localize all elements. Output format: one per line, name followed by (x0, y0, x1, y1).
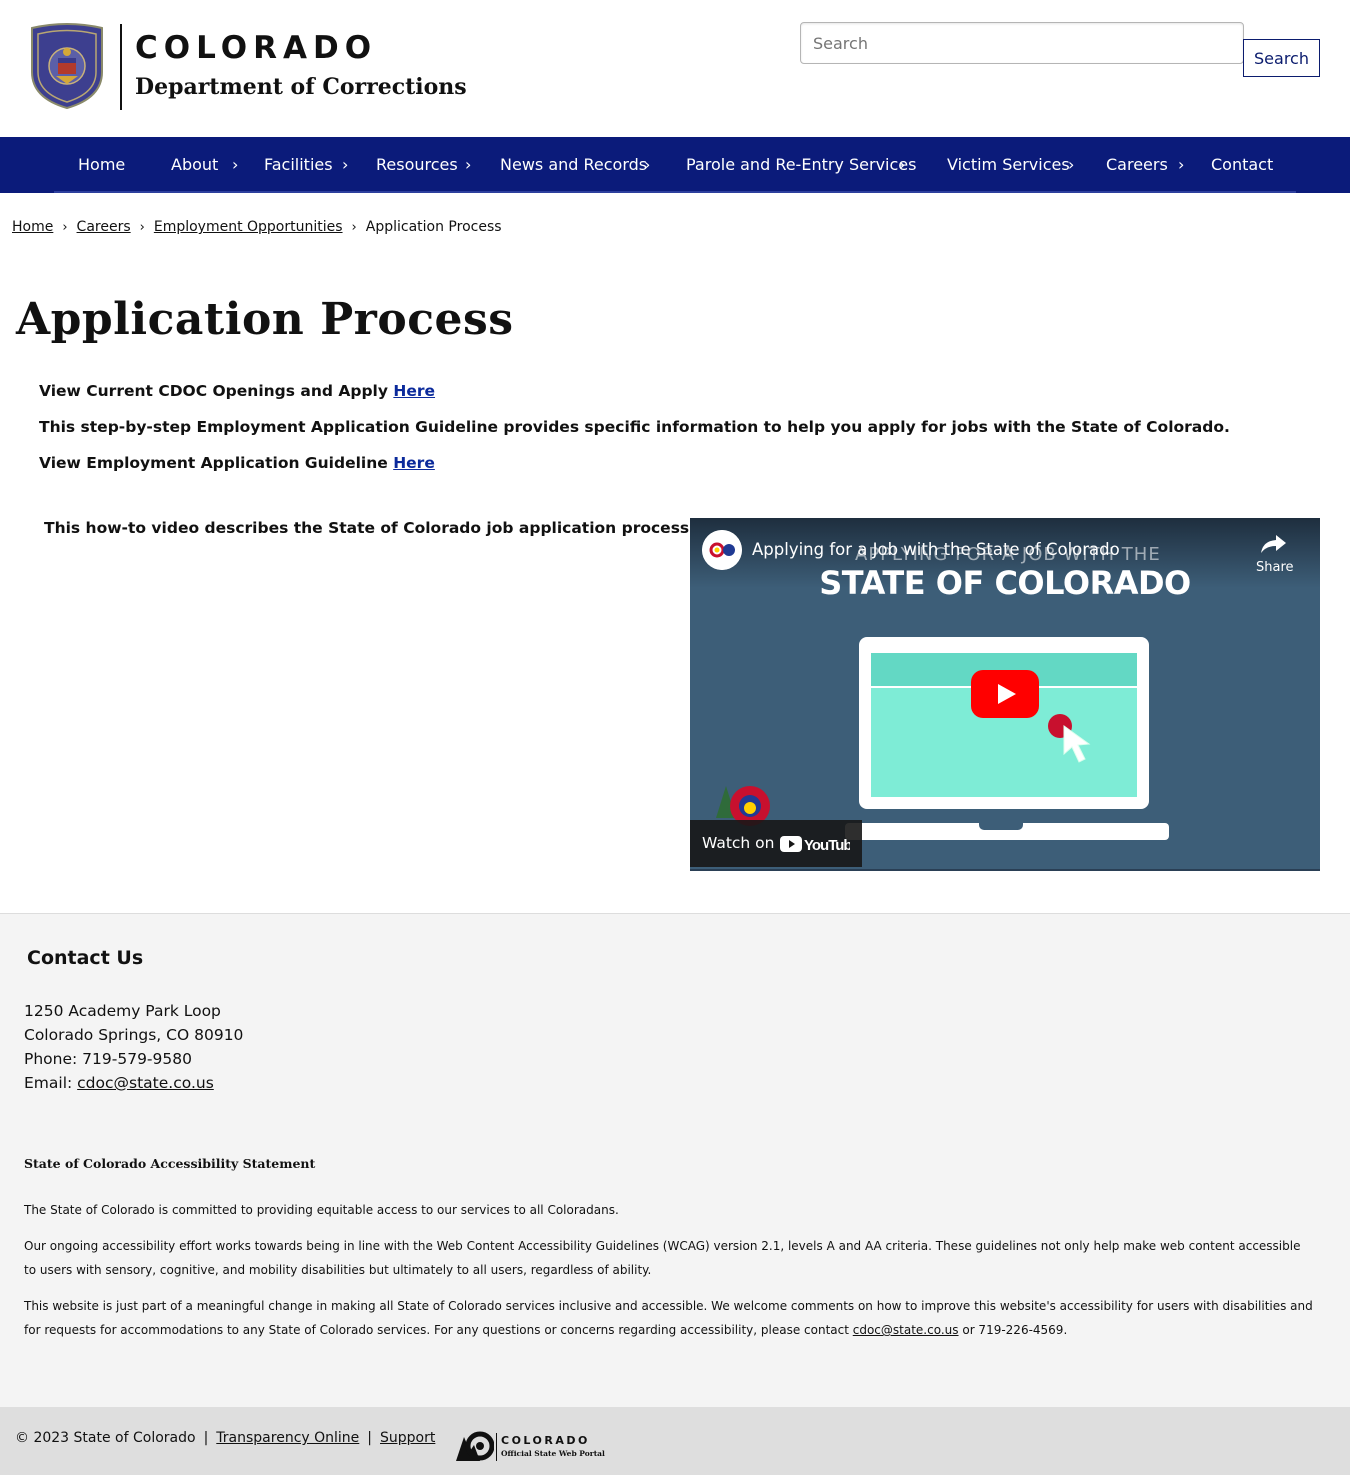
accessibility-phone-text: or 719-226-4569. (958, 1323, 1068, 1337)
accessibility-text: This website is just part of a meaningfu… (24, 1299, 1313, 1337)
share-icon[interactable] (1258, 532, 1288, 556)
breadcrumb-separator: › (62, 220, 68, 235)
video-title[interactable]: Applying for a Job with the State of Col… (752, 540, 1120, 559)
video-frame-heading: STATE OF COLORADO (819, 564, 1191, 602)
brand-divider (120, 24, 122, 110)
accessibility-email-link[interactable]: cdoc@state.co.us (853, 1323, 959, 1337)
nav-item-victim-services[interactable]: Victim Services (947, 137, 1070, 193)
brand-state-name[interactable]: COLORADO (135, 30, 377, 66)
laptop-notch (979, 817, 1023, 830)
transparency-online-link[interactable]: Transparency Online (216, 1430, 359, 1446)
chevron-right-icon[interactable]: › (899, 137, 905, 193)
email-label: Email: (24, 1074, 78, 1092)
search-input[interactable] (800, 22, 1244, 64)
breadcrumb-careers[interactable]: Careers (77, 219, 131, 235)
chevron-right-icon[interactable]: › (1068, 137, 1074, 193)
mouse-cursor-icon (1063, 725, 1091, 763)
nav-item-news-and-records[interactable]: News and Records (500, 137, 647, 193)
support-link[interactable]: Support (380, 1430, 435, 1446)
brand-department-name[interactable]: Department of Corrections (135, 74, 467, 100)
address-line-1: 1250 Academy Park Loop (24, 1002, 221, 1020)
nav-item-parole-reentry[interactable]: Parole and Re-Entry Services (686, 137, 916, 193)
watch-on-youtube-button[interactable]: Watch on YouTube (690, 820, 862, 867)
share-label[interactable]: Share (1256, 560, 1294, 575)
guideline-intro: This step-by-step Employment Application… (39, 418, 1230, 436)
breadcrumb-current: Application Process (365, 219, 502, 235)
breadcrumb-separator: › (351, 220, 357, 235)
watch-on-label: Watch on (702, 834, 775, 852)
guideline-paragraph: View Employment Application Guideline He… (39, 454, 435, 472)
breadcrumb-separator: › (139, 220, 145, 235)
nav-item-facilities[interactable]: Facilities (264, 137, 333, 193)
breadcrumb-home[interactable]: Home (12, 219, 53, 235)
accessibility-paragraph-2: Our ongoing accessibility effort works t… (24, 1239, 1301, 1277)
openings-text: View Current CDOC Openings and Apply (39, 382, 394, 400)
page-title: Application Process (16, 294, 514, 345)
portal-name[interactable]: COLORADO (501, 1434, 590, 1447)
video-caption: This how-to video describes the State of… (44, 519, 696, 537)
email-line: Email: cdoc@state.co.us (24, 1074, 214, 1092)
copyright-line: © 2023 State of Colorado | Transparency On… (15, 1430, 435, 1446)
site-header: COLORADO Department of Corrections Searc… (0, 0, 1350, 137)
chevron-right-icon[interactable]: › (1178, 137, 1184, 193)
nav-item-contact[interactable]: Contact (1211, 137, 1273, 193)
separator: | (367, 1430, 373, 1446)
nav-item-careers[interactable]: Careers (1106, 137, 1168, 193)
youtube-logo-icon: YouTube (780, 836, 850, 854)
channel-avatar-icon[interactable] (702, 530, 742, 570)
accessibility-paragraph-3: This website is just part of a meaningfu… (24, 1294, 1314, 1342)
chevron-right-icon[interactable]: › (232, 137, 238, 193)
contact-heading: Contact Us (27, 947, 144, 969)
youtube-label: YouTube (804, 837, 850, 854)
play-icon[interactable] (971, 670, 1039, 718)
openings-paragraph: View Current CDOC Openings and Apply Her… (39, 382, 435, 400)
portal-divider (496, 1433, 497, 1461)
phone-line: Phone: 719-579-9580 (24, 1050, 192, 1068)
email-link[interactable]: cdoc@state.co.us (77, 1074, 214, 1092)
nav-item-resources[interactable]: Resources (376, 137, 458, 193)
nav-item-home[interactable]: Home (78, 137, 125, 193)
breadcrumb-employment-opportunities[interactable]: Employment Opportunities (154, 219, 343, 235)
accessibility-paragraph-1: The State of Colorado is committed to pr… (24, 1203, 619, 1217)
breadcrumb: Home › Careers › Employment Opportunities › Ap… (12, 219, 502, 235)
portal-subtitle: Official State Web Portal (501, 1449, 605, 1458)
openings-link[interactable]: Here (393, 382, 435, 400)
guideline-text: View Employment Application Guideline (39, 454, 394, 472)
separator: | (203, 1430, 209, 1446)
accessibility-heading: State of Colorado Accessibility Statemen… (24, 1156, 316, 1171)
chevron-right-icon[interactable]: › (644, 137, 650, 193)
search-button[interactable]: Search (1243, 39, 1320, 77)
address-line-2: Colorado Springs, CO 80910 (24, 1026, 244, 1044)
nav-item-about[interactable]: About (171, 137, 218, 193)
chevron-right-icon[interactable]: › (465, 137, 471, 193)
main-nav: Home About › Facilities › Resources › Ne… (0, 137, 1350, 193)
chevron-right-icon[interactable]: › (342, 137, 348, 193)
nav-underline (54, 191, 1296, 193)
bottom-bar: © 2023 State of Colorado | Transparency On… (0, 1407, 1350, 1475)
laptop-illustration (859, 637, 1149, 809)
guideline-link[interactable]: Here (393, 454, 435, 472)
colorado-portal-logo-icon[interactable] (454, 1431, 494, 1463)
site-footer: Contact Us 1250 Academy Park Loop Colora… (0, 913, 1350, 1407)
department-seal-icon[interactable] (28, 22, 106, 110)
copyright-text: © 2023 State of Colorado (15, 1430, 196, 1446)
youtube-video-embed[interactable]: APPLYING FOR A JOB WITH THE STATE OF COL… (690, 518, 1320, 871)
